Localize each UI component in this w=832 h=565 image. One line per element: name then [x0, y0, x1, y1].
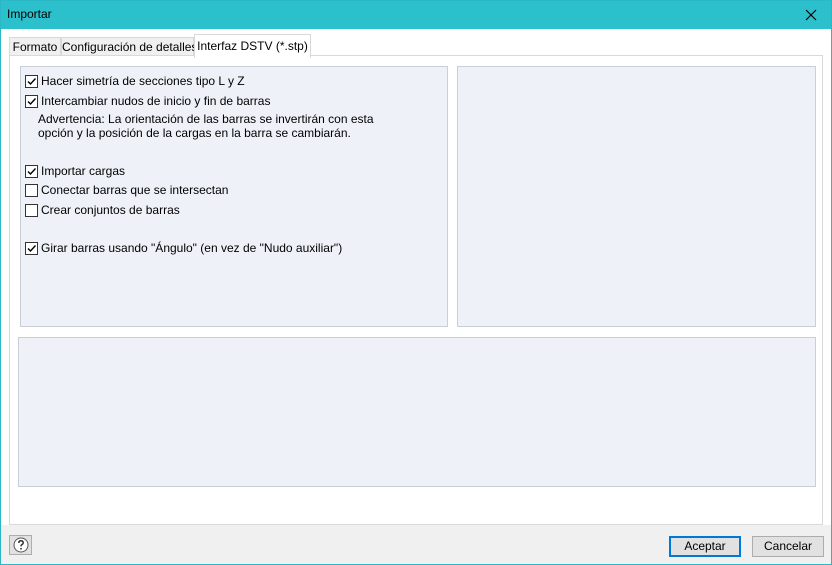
accept-button[interactable]: Aceptar: [669, 536, 741, 557]
info-panel: [18, 337, 816, 487]
rotate-members-label: Girar barras usando "Ángulo" (en vez de …: [41, 241, 343, 255]
warning-line-2: opción y la posición de la cargas en la …: [38, 126, 351, 140]
mirror-sections-checkbox[interactable]: [25, 74, 38, 88]
checkmark-icon: [27, 244, 37, 252]
create-sets-option[interactable]: Crear conjuntos de barras: [25, 202, 180, 218]
connect-members-checkbox[interactable]: [25, 183, 38, 197]
rotate-members-checkbox[interactable]: [25, 241, 38, 255]
mirror-sections-option[interactable]: Hacer simetría de secciones tipo L y Z: [25, 73, 245, 89]
title-bar[interactable]: Importar: [1, 1, 831, 29]
tab-formato[interactable]: Formato: [9, 37, 61, 56]
window-title: Importar: [7, 7, 52, 21]
connect-members-option[interactable]: Conectar barras que se intersectan: [25, 182, 228, 198]
swap-nodes-warning: Advertencia: La orientación de las barra…: [38, 112, 374, 140]
swap-nodes-checkbox[interactable]: [25, 94, 38, 108]
create-sets-checkbox[interactable]: [25, 203, 38, 217]
checkmark-icon: [27, 167, 37, 175]
import-loads-label: Importar cargas: [41, 164, 126, 178]
swap-nodes-label: Intercambiar nudos de inicio y fin de ba…: [41, 94, 271, 108]
import-loads-checkbox[interactable]: [25, 164, 38, 178]
dialog-body: Formato Configuración de detalles Interf…: [1, 29, 831, 564]
swap-nodes-option[interactable]: Intercambiar nudos de inicio y fin de ba…: [25, 93, 270, 109]
connect-members-label: Conectar barras que se intersectan: [41, 183, 229, 197]
tab-page-dstv: Hacer simetría de secciones tipo L y Z I…: [9, 55, 823, 525]
options-panel: Hacer simetría de secciones tipo L y Z I…: [20, 66, 448, 327]
help-button[interactable]: [9, 535, 32, 555]
close-icon: [805, 9, 817, 21]
import-loads-option[interactable]: Importar cargas: [25, 163, 125, 179]
rotate-members-option[interactable]: Girar barras usando "Ángulo" (en vez de …: [25, 240, 342, 256]
import-dialog: Importar Formato Configuración de detall…: [0, 0, 832, 565]
tab-configuracion-detalles[interactable]: Configuración de detalles: [61, 37, 197, 56]
create-sets-label: Crear conjuntos de barras: [41, 203, 180, 217]
close-button[interactable]: [791, 1, 831, 29]
checkmark-icon: [27, 77, 37, 85]
preview-panel: [457, 66, 816, 327]
checkmark-icon: [27, 97, 37, 105]
mirror-sections-label: Hacer simetría de secciones tipo L y Z: [41, 74, 245, 88]
warning-line-1: Advertencia: La orientación de las barra…: [38, 112, 374, 126]
button-bar: Aceptar Cancelar: [1, 525, 831, 564]
help-icon: [13, 537, 28, 553]
cancel-button[interactable]: Cancelar: [752, 536, 824, 557]
tab-interfaz-dstv[interactable]: Interfaz DSTV (*.stp): [194, 34, 311, 58]
